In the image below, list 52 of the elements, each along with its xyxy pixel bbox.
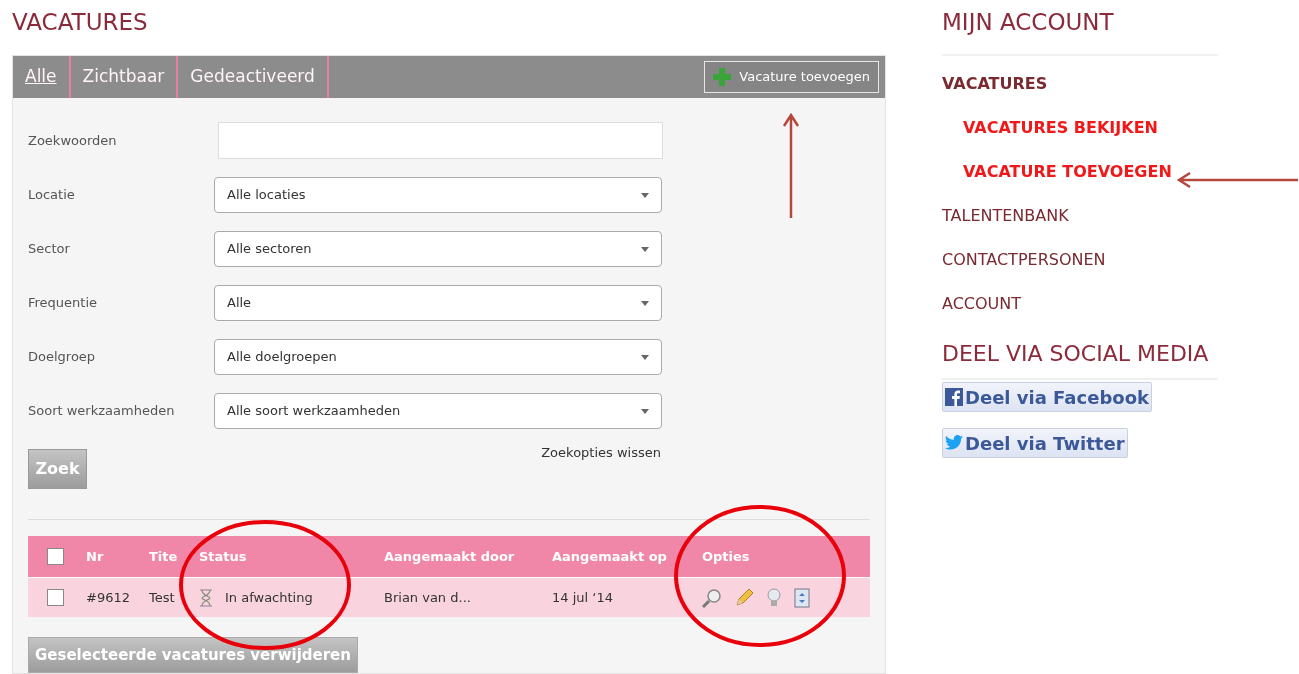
- table-cell-text: #9612: [86, 588, 131, 607]
- share-button[interactable]: Deel via Facebook: [942, 382, 1152, 412]
- add-vacancy-button[interactable]: Vacature toevoegen: [704, 61, 879, 93]
- pencil-icon[interactable]: [734, 587, 754, 608]
- column-header: Aangemaakt door: [384, 547, 516, 566]
- caret-icon: [641, 193, 649, 198]
- lightbulb-icon[interactable]: [766, 587, 782, 608]
- caret-icon: [641, 409, 649, 414]
- caret-icon: [641, 355, 649, 360]
- plus-icon: [713, 68, 732, 86]
- checkbox[interactable]: [47, 589, 64, 606]
- dropdown[interactable]: Alle doelgroepen: [214, 339, 662, 375]
- sidebar-item[interactable]: ACCOUNT: [942, 294, 1272, 338]
- caret-icon: [641, 247, 649, 252]
- search-icon[interactable]: [702, 587, 722, 608]
- facebook-icon: [945, 388, 963, 406]
- field-label: Soort werkzaamheden: [28, 402, 176, 421]
- field-label: Sector: [28, 240, 71, 259]
- sidebar-subitem[interactable]: VACATURES BEKIJKEN: [942, 118, 1272, 162]
- column-header: Tite: [149, 547, 179, 566]
- sidebar-item[interactable]: VACATURES: [942, 74, 1272, 118]
- keyword-field[interactable]: [218, 122, 663, 159]
- sidebar-subitem[interactable]: VACATURE TOEVOEGEN: [942, 162, 1272, 206]
- field-label: Frequentie: [28, 294, 99, 313]
- page-title: VACATURES: [12, 8, 149, 37]
- social-title: DEEL VIA SOCIAL MEDIA: [942, 340, 1210, 368]
- field-label: Locatie: [28, 186, 76, 205]
- dropdown[interactable]: Alle soort werkzaamheden: [214, 393, 662, 429]
- dropdown[interactable]: Alle: [214, 285, 662, 321]
- column-header: Status: [199, 547, 248, 566]
- table-cell-text: In afwachting: [225, 588, 313, 607]
- sidebar-item[interactable]: CONTACTPERSONEN: [942, 250, 1272, 294]
- table-cell-text: Brian van d...: [384, 588, 472, 607]
- document-icon[interactable]: [794, 587, 810, 608]
- checkbox[interactable]: [47, 548, 64, 565]
- dropdown[interactable]: Alle locaties: [214, 177, 662, 213]
- table-cell-text: 14 jul ‘14: [552, 588, 614, 607]
- field-label: Doelgroep: [28, 348, 97, 367]
- field-label: Zoekwoorden: [28, 131, 118, 150]
- table-row[interactable]: #9612 Test In afwachting Brian van d... 14 jul ‘14: [28, 577, 870, 617]
- sidebar-title: MIJN ACCOUNT: [942, 8, 1115, 36]
- dropdown[interactable]: Alle sectoren: [214, 231, 662, 267]
- column-header: Nr: [86, 547, 105, 566]
- hourglass-icon: [199, 588, 213, 607]
- caret-icon: [641, 301, 649, 306]
- sidebar-item[interactable]: TALENTENBANK: [942, 206, 1272, 250]
- clear-search-link[interactable]: Zoekopties wissen: [541, 443, 661, 463]
- table-cell-text: Test: [149, 588, 176, 607]
- column-header: Aangemaakt op: [552, 547, 668, 566]
- column-header: Opties: [702, 547, 751, 566]
- bird-icon: [945, 435, 963, 451]
- share-button[interactable]: Deel via Twitter: [942, 428, 1128, 458]
